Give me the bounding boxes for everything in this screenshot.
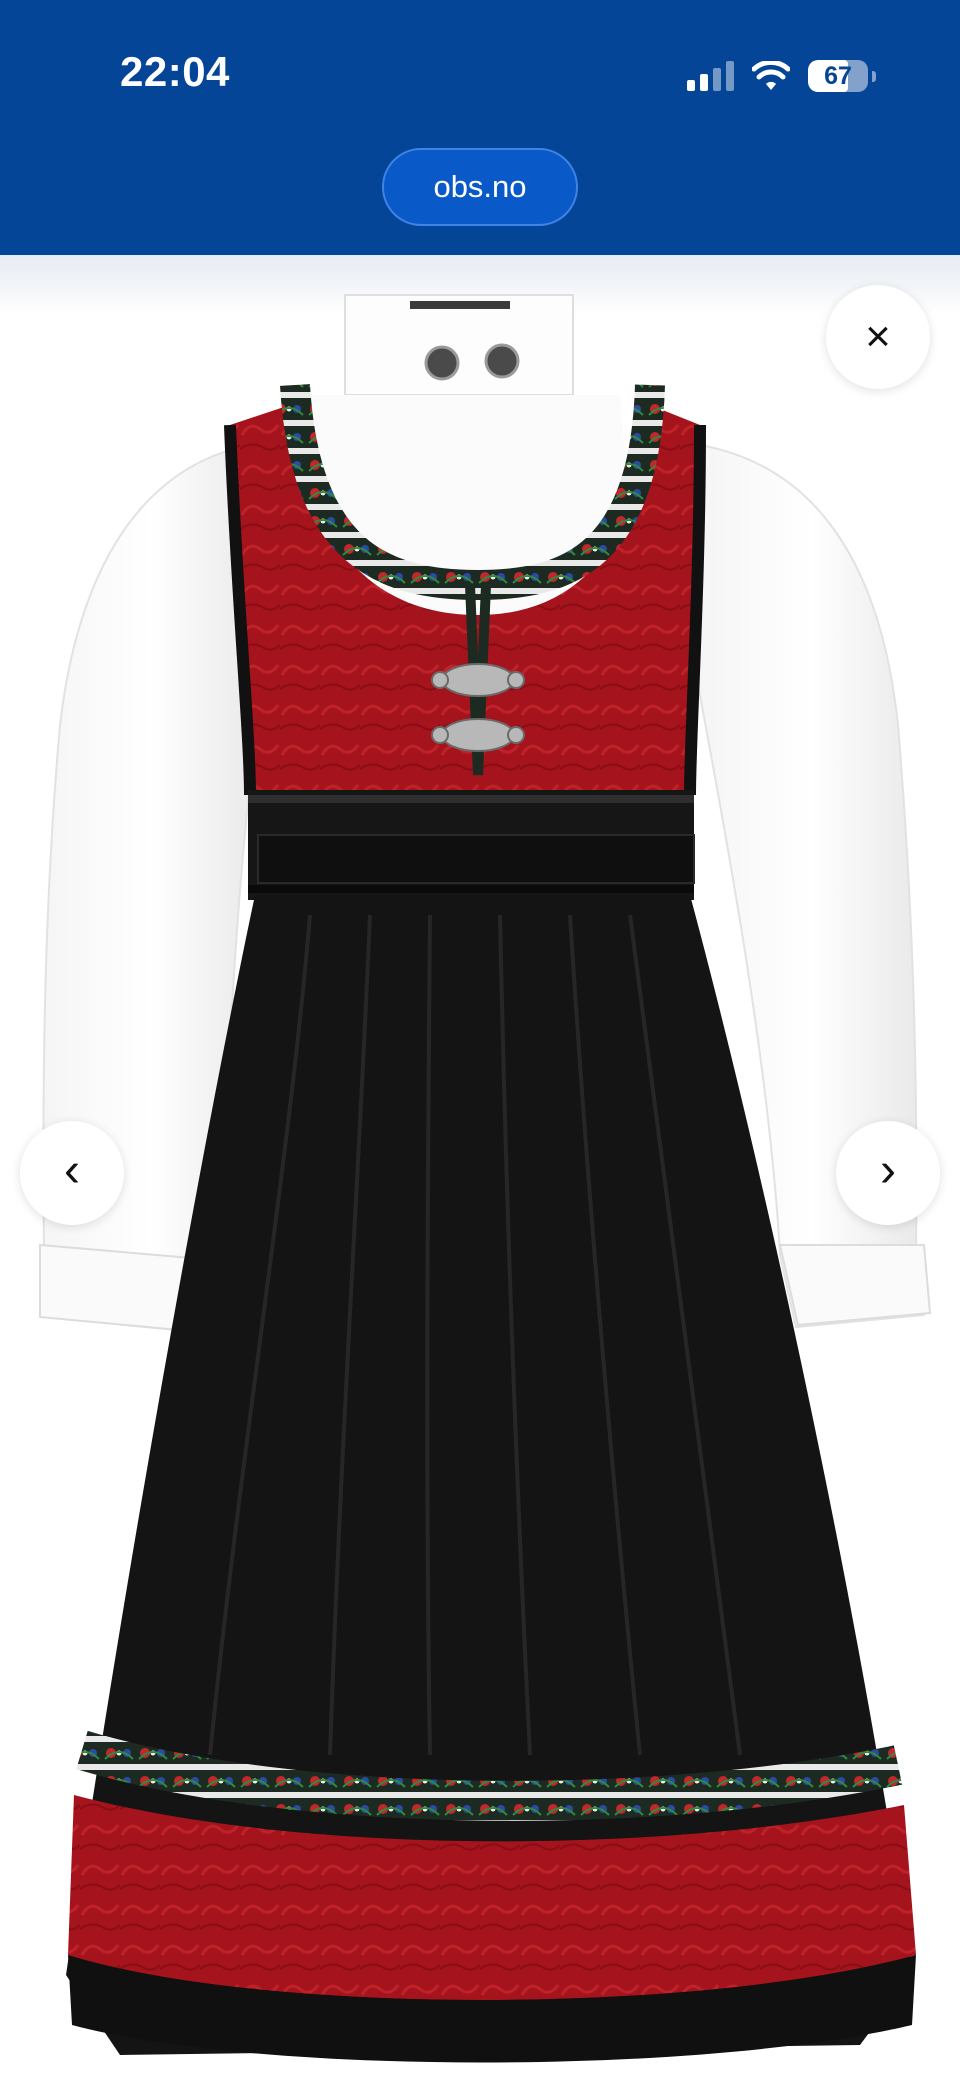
url-bar[interactable]: obs.no xyxy=(382,148,578,226)
image-viewer: × ‹ › xyxy=(0,255,960,2087)
cellular-signal-icon xyxy=(687,61,734,91)
battery-percentage: 67 xyxy=(824,62,852,90)
previous-image-button[interactable]: ‹ xyxy=(20,1121,124,1225)
battery-tip xyxy=(872,70,876,82)
next-image-button[interactable]: › xyxy=(836,1121,940,1225)
close-button[interactable]: × xyxy=(826,285,930,389)
browser-header: 22:04 67 obs.no xyxy=(0,0,960,255)
battery-icon: 67 xyxy=(808,60,868,92)
status-icons: 67 xyxy=(687,56,876,96)
wifi-icon xyxy=(752,61,790,90)
status-time: 22:04 xyxy=(120,48,230,95)
product-image xyxy=(38,294,932,2063)
